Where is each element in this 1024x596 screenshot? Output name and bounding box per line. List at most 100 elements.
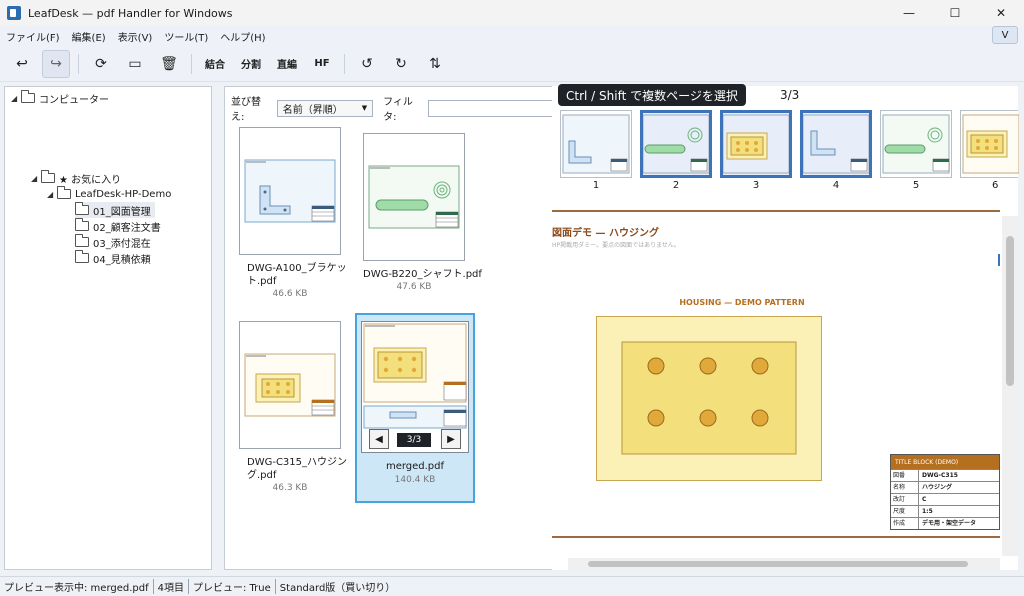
tree-item-folder[interactable]: 03_添付混在 [75, 234, 151, 250]
file-size: 46.3 KB [272, 483, 308, 493]
sort-filter-bar: 並び替え: 名前（昇順） ▼ フィルタ: [231, 93, 567, 123]
redo-icon[interactable]: ↪ [42, 49, 70, 78]
page-number: 4 [832, 180, 840, 191]
status-bar: プレビュー表示中: merged.pdf 4項目 プレビュー: True Sta… [0, 576, 1024, 596]
menu-help[interactable]: ヘルプ(H) [220, 29, 265, 44]
app-logo-icon [7, 6, 21, 20]
undo-icon[interactable]: ↩ [8, 50, 36, 78]
toolbar-separator [344, 53, 345, 74]
scrollbar-thumb[interactable] [588, 561, 968, 567]
ribbon-collapse-button[interactable]: V [992, 26, 1018, 44]
page-number: 5 [912, 180, 920, 191]
title-block-row: 名称 ハウジング [891, 481, 999, 493]
page-thumbnail-selected[interactable] [800, 110, 872, 178]
combine-button[interactable]: 結合 [200, 50, 230, 78]
menu-edit[interactable]: 編集(E) [72, 29, 106, 44]
tree-item-computer[interactable]: ◢ コンピューター [11, 90, 109, 106]
file-thumbnail[interactable] [239, 321, 341, 449]
page-number: 6 [992, 180, 999, 191]
sort-label: 並び替え: [231, 97, 261, 123]
chevron-down-icon: ▼ [361, 104, 368, 112]
page-bottom-rule [552, 536, 1000, 538]
expand-icon[interactable]: ◢ [11, 94, 21, 103]
tree-item-label: LeafDesk-HP-Demo [75, 188, 172, 200]
menu-tools[interactable]: ツール(T) [164, 29, 208, 44]
shaft-drawing-icon [368, 165, 460, 229]
page-indicator: 3/3 [397, 433, 431, 447]
folder-icon [75, 250, 89, 263]
rotate-left-icon[interactable]: ↺ [353, 50, 381, 78]
tree-item-folder[interactable]: 02_顧客注文書 [75, 218, 161, 234]
menu-bar: ファイル(F) 編集(E) 表示(V) ツール(T) ヘルプ(H) V [0, 26, 1024, 46]
page-drawing-icon [882, 114, 950, 174]
next-page-button[interactable]: ▶ [441, 429, 461, 449]
file-size: 46.6 KB [272, 289, 308, 299]
file-name[interactable]: DWG-B220_シャフト.pdf [363, 268, 483, 281]
tree-item-folder[interactable]: 04_見積依頼 [75, 250, 151, 266]
title-block-row: 改訂 C [891, 493, 999, 505]
prev-page-button[interactable]: ◀ [369, 429, 389, 449]
page-thumbnail-selected[interactable] [720, 110, 792, 178]
minimize-button[interactable]: — [886, 0, 932, 26]
title-block-row: 図番 DWG-C315 [891, 469, 999, 481]
file-name[interactable]: DWG-A100_ブラケット.pdf [247, 262, 347, 288]
page-drawing-icon [962, 114, 1020, 174]
vertical-scrollbar[interactable] [1002, 216, 1018, 556]
page-number: 2 [672, 180, 680, 191]
page-thumbnail[interactable] [960, 110, 1020, 178]
toolbar-separator [78, 53, 79, 74]
expand-icon[interactable]: ◢ [31, 174, 41, 183]
horizontal-scrollbar[interactable] [568, 558, 1000, 570]
status-preview-file: プレビュー表示中: merged.pdf [0, 579, 154, 594]
doc-subtitle: HP掲載用ダミー。要点の図面ではありません。 [552, 242, 680, 249]
direct-edit-button[interactable]: 直編 [272, 50, 302, 78]
filter-label: フィルタ: [383, 97, 413, 123]
title-block: TITLE BLOCK (DEMO) 図番 DWG-C315 名称 ハウジング … [890, 454, 1000, 530]
rotate-right-icon[interactable]: ↻ [387, 50, 415, 78]
bracket-drawing-icon [244, 159, 336, 223]
tree-item-label: 01_図面管理 [93, 206, 151, 218]
file-thumbnail[interactable] [239, 127, 341, 255]
title-bar: LeafDesk — pdf Handler for Windows — ☐ ✕ [0, 0, 1024, 26]
scrollbar-thumb[interactable] [1006, 236, 1014, 386]
header-footer-button[interactable]: HF [308, 50, 336, 78]
menu-view[interactable]: 表示(V) [118, 29, 153, 44]
page-thumbnail[interactable] [560, 110, 632, 178]
page-drawing-icon [722, 114, 790, 174]
folder-icon [75, 202, 89, 215]
tree-item-favorites[interactable]: ◢ ★ お気に入り [31, 170, 121, 186]
housing-drawing-icon [244, 353, 336, 417]
page-number: 1 [592, 180, 600, 191]
tree-item-demo[interactable]: ◢ LeafDesk-HP-Demo [47, 186, 171, 202]
file-size: 140.4 KB [394, 475, 436, 485]
sort-select[interactable]: 名前（昇順） ▼ [276, 99, 374, 117]
sort-icon[interactable]: ⇅ [421, 50, 449, 78]
folder-icon[interactable]: ▭ [121, 50, 149, 78]
page-edge-marker [998, 254, 1000, 266]
refresh-icon[interactable]: ⟳ [87, 50, 115, 78]
status-item-count: 4項目 [154, 579, 189, 594]
page-drawing-icon [642, 114, 710, 174]
status-edition: Standard版（買い切り） [279, 583, 396, 594]
tree-item-folder[interactable]: 01_図面管理 [75, 202, 155, 218]
expand-icon[interactable]: ◢ [47, 190, 57, 199]
file-card-selected[interactable]: ◀ 3/3 ▶ merged.pdf 140.4 KB [355, 313, 475, 503]
file-thumbnail[interactable] [363, 133, 465, 261]
title-block-header: TITLE BLOCK (DEMO) [891, 455, 999, 469]
window-title: LeafDesk — pdf Handler for Windows [28, 6, 233, 20]
menu-file[interactable]: ファイル(F) [6, 29, 60, 44]
doc-title: 図面デモ — ハウジング [552, 228, 659, 239]
maximize-button[interactable]: ☐ [932, 0, 978, 26]
file-name[interactable]: merged.pdf [357, 461, 473, 472]
tree-item-label: ★ お気に入り [59, 174, 122, 186]
page-thumbnail-strip: 1 2 3 4 5 6 Ctrl / Shift で複数ページを選択 3/3 [552, 84, 1020, 192]
toolbar-separator [191, 53, 192, 74]
split-button[interactable]: 分割 [236, 50, 266, 78]
trash-icon[interactable]: 🗑 [155, 50, 183, 78]
tree-item-label: 03_添付混在 [93, 238, 151, 250]
filter-input[interactable] [427, 99, 567, 117]
page-thumbnail[interactable] [880, 110, 952, 178]
page-thumbnail-selected[interactable] [640, 110, 712, 178]
close-button[interactable]: ✕ [978, 0, 1024, 26]
file-name[interactable]: DWG-C315_ハウジング.pdf [247, 456, 347, 482]
